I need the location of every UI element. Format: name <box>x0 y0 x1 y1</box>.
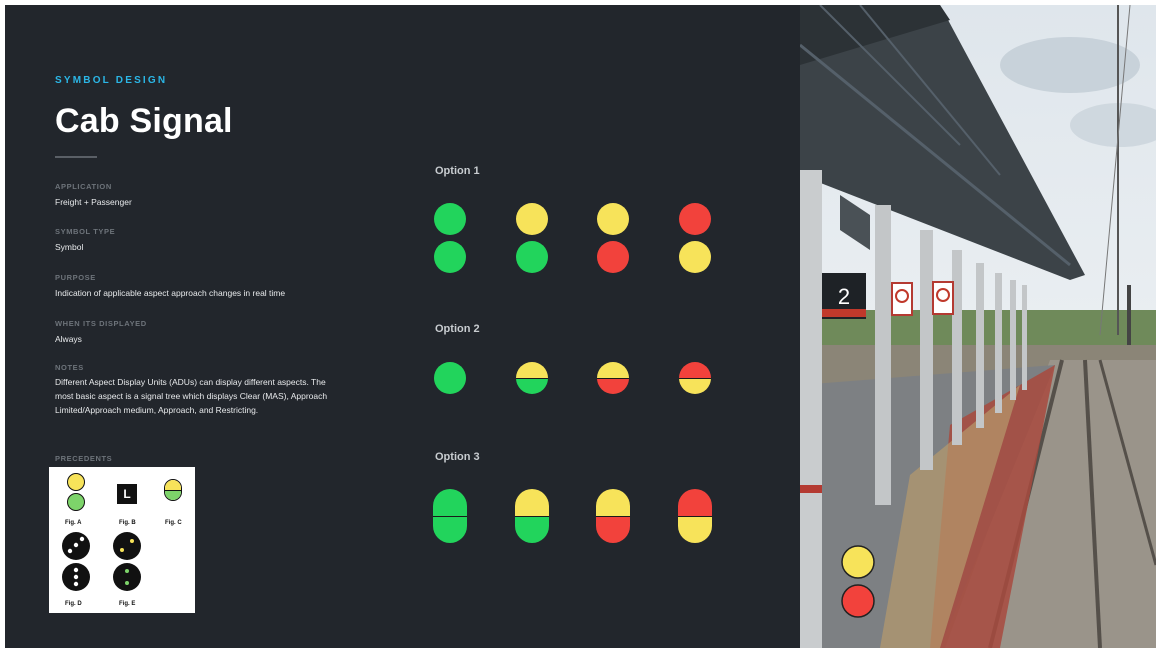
station-platform-photo: 2 <box>800 5 1156 648</box>
option1-col1-bottom-green-lamp <box>434 241 466 273</box>
fig-a-caption: Fig. A <box>65 520 82 526</box>
precedents-label: PRECEDENTS <box>55 454 113 463</box>
application-value: Freight + Passenger <box>55 197 132 207</box>
purpose-value: Indication of applicable aspect approach… <box>55 288 286 298</box>
section-kicker: SYMBOL DESIGN <box>55 75 168 86</box>
option1-col1-top-green-lamp <box>434 203 466 235</box>
page-title: Cab Signal <box>55 102 233 140</box>
platform-number: 2 <box>838 284 850 309</box>
option2-green-lamp <box>434 362 466 394</box>
option1-col3-bottom-red-lamp <box>597 241 629 273</box>
fig-e-caption: Fig. E <box>119 601 136 607</box>
fig-d-caption: Fig. D <box>65 601 82 607</box>
fig-d-dot-signal-icon <box>61 531 91 593</box>
option3-red-yellow-pill <box>678 489 712 543</box>
fig-b-caption: Fig. B <box>119 520 136 526</box>
option-2-label: Option 2 <box>435 323 480 335</box>
option3-yellow-green-pill <box>515 489 549 543</box>
symbol-type-value: Symbol <box>55 242 84 252</box>
option1-col2-top-yellow-lamp <box>516 203 548 235</box>
fig-e-dot-signal-icon <box>112 531 142 593</box>
option2-yellow-red-split-lamp <box>597 362 629 394</box>
fig-b-l-sign-icon: L <box>117 484 137 504</box>
title-divider <box>55 156 97 158</box>
option1-col4-bottom-yellow-lamp <box>679 241 711 273</box>
option-1-label: Option 1 <box>435 165 480 177</box>
fig-c-split-lamp-icon <box>164 479 182 501</box>
when-displayed-label: WHEN ITS DISPLAYED <box>55 319 147 328</box>
overlay-yellow-lamp <box>841 545 875 579</box>
option3-yellow-red-pill <box>596 489 630 543</box>
when-displayed-value: Always <box>55 334 82 344</box>
option2-red-yellow-split-lamp <box>679 362 711 394</box>
application-label: APPLICATION <box>55 182 112 191</box>
option1-col3-top-yellow-lamp <box>597 203 629 235</box>
symbol-type-label: SYMBOL TYPE <box>55 227 116 236</box>
notes-label: NOTES <box>55 363 84 372</box>
fig-c-caption: Fig. C <box>165 520 182 526</box>
fig-a-signal-icon <box>64 473 88 517</box>
option1-col4-top-red-lamp <box>679 203 711 235</box>
overlay-red-lamp <box>841 584 875 618</box>
option-3-label: Option 3 <box>435 451 480 463</box>
option2-yellow-green-split-lamp <box>516 362 548 394</box>
option1-col2-bottom-green-lamp <box>516 241 548 273</box>
purpose-label: PURPOSE <box>55 273 96 282</box>
platform-scene-illustration: 2 <box>800 5 1156 648</box>
option3-green-green-pill <box>433 489 467 543</box>
notes-value: Different Aspect Display Units (ADUs) ca… <box>55 377 328 415</box>
precedents-card: Fig. A L Fig. B Fig. C Fig. D Fig. E <box>49 467 195 613</box>
